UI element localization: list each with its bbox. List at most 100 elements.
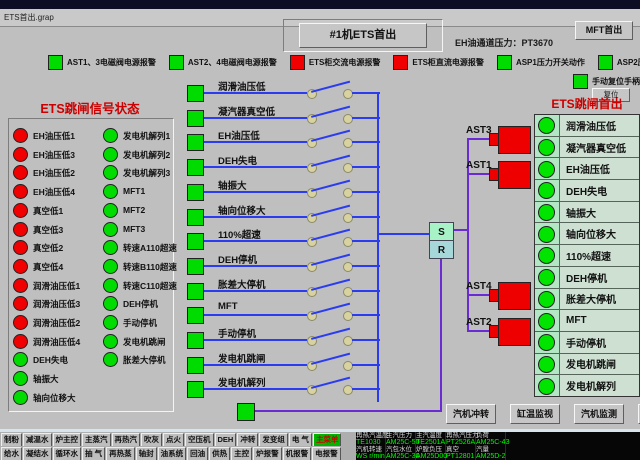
status-lamp-icon (538, 161, 555, 178)
taskbar-button[interactable]: 再热蒸 (106, 447, 135, 460)
reset-signal-square-icon (237, 403, 255, 421)
status-lamp-icon (13, 203, 28, 218)
signal-square-icon (187, 184, 204, 201)
status-lamp-icon (13, 352, 28, 367)
ets-hmi-screen: ETS首出.grap #1机ETS首出 MFT首出 EH油通道压力：PT3670… (0, 0, 640, 460)
taskbar-button[interactable]: 制粉 (1, 433, 22, 447)
contact-icon (343, 336, 353, 346)
first-out-lamp-cell (535, 137, 560, 158)
taskbar-button[interactable]: 循环水 (53, 447, 82, 460)
taskbar-button[interactable]: 吹灰 (141, 433, 162, 447)
data-cell: 负荷 AM25C-43 (476, 432, 506, 446)
data-cell: 汽机转速 WS r/min (356, 446, 386, 460)
sr-reset-cell: R (429, 240, 454, 259)
taskbar-button[interactable]: 主菜单 (313, 433, 342, 447)
trip-logic-label: 凝汽器真空低 (218, 104, 275, 118)
trip-logic-row: 发电机解列 (185, 377, 380, 401)
wire-segment (352, 240, 380, 242)
first-out-panel-title: ETS跳闸首出 (534, 95, 640, 112)
taskbar-button[interactable]: 空压机 (185, 433, 214, 447)
taskbar-button[interactable]: 抽 气 (82, 447, 105, 460)
first-out-row: EH油压低 (535, 158, 639, 180)
trip-logic-label: 轴向位移大 (218, 203, 266, 217)
first-out-table: 润滑油压低 凝汽器真空低 EH油压低 DEH失电 (534, 114, 640, 397)
taskbar-button[interactable]: 主控 (231, 447, 252, 460)
status-lamp-icon (538, 269, 555, 286)
data-cell-value: TE2501A (416, 439, 445, 446)
trip-logic-row: MFT (185, 303, 380, 327)
signal-square-icon (187, 110, 204, 127)
contact-icon (343, 114, 353, 124)
signal-square-icon (187, 332, 204, 349)
first-out-label: 胀差大停机 (560, 289, 639, 310)
taskbar-button[interactable]: 供热 (209, 447, 230, 460)
trip-signal-item: 真空低3 (13, 221, 101, 239)
wire-segment (204, 265, 307, 267)
taskbar-button[interactable]: 冲转 (237, 433, 258, 447)
trip-signal-item: EH油压低2 (13, 164, 101, 182)
wire-segment (352, 314, 380, 316)
taskbar-button[interactable]: 再热汽 (112, 433, 141, 447)
taskbar-button[interactable]: 回油 (187, 447, 208, 460)
taskbar-button[interactable]: 机报警 (283, 447, 312, 460)
status-lamp-icon (103, 222, 118, 237)
taskbar-button[interactable]: 减温水 (23, 433, 52, 447)
first-out-label: 凝汽器真空低 (560, 137, 639, 158)
data-cell-label: 再热汽温度 (356, 432, 385, 439)
taskbar-button[interactable]: 凝结水 (23, 447, 52, 460)
taskbar-button[interactable]: 给水 (1, 447, 22, 460)
wire-segment (352, 216, 380, 218)
first-out-row: 润滑油压低 (535, 115, 639, 137)
trip-logic-label: EH油压低 (218, 128, 260, 142)
taskbar-button[interactable]: DEH (215, 433, 237, 447)
first-out-label: 轴向位移大 (560, 223, 639, 244)
taskbar-button[interactable]: 电 气 (289, 433, 312, 447)
legend-item: ASP1压力开关动作 (497, 54, 585, 70)
taskbar-button[interactable]: 炉报警 (253, 447, 282, 460)
wire-bus (377, 92, 379, 402)
status-lamp-icon (598, 55, 613, 70)
trip-signal-item: 发电机解列1 (103, 127, 173, 145)
taskbar-button[interactable]: 发变组 (259, 433, 288, 447)
trip-logic-label: DEH停机 (218, 252, 257, 266)
taskbar-button[interactable]: 点火 (163, 433, 184, 447)
first-out-lamp-cell (535, 267, 560, 288)
taskbar-button[interactable]: 油系统 (158, 447, 187, 460)
status-lamp-icon (538, 291, 555, 308)
status-lamp-icon (103, 315, 118, 330)
data-cell: 再热汽温度 TE1030 (356, 432, 386, 446)
trip-logic-label: 轴振大 (218, 178, 247, 192)
status-lamp-icon (13, 165, 28, 180)
first-out-label: EH油压低 (560, 158, 639, 179)
status-lamp-icon (538, 378, 555, 395)
data-cells-1: 再热汽温度 TE1030 主汽压力 AM25C-50 主汽温度 TE2501A … (356, 432, 640, 446)
trip-signal-item: MFT1 (103, 183, 173, 201)
status-lamp-icon (103, 147, 118, 162)
status-lamp-icon (13, 371, 28, 386)
mft-first-out-button[interactable]: MFT首出 (575, 21, 633, 40)
nav-button[interactable]: 汽机冲转 (446, 404, 496, 424)
first-out-lamp-cell (535, 310, 560, 331)
nav-button[interactable]: 缸温监视 (510, 404, 560, 424)
trip-logic-label: 110%超速 (218, 227, 261, 241)
trip-signal-item: 真空低2 (13, 239, 101, 257)
taskbar-button[interactable]: 轴封 (136, 447, 157, 460)
data-cell: 主汽温度 TE2501A (416, 432, 446, 446)
taskbar-button[interactable]: 电报警 (312, 447, 341, 460)
data-cell-value: PT2526A (446, 439, 475, 446)
legend-label: ETS柜直流电源报警 (412, 57, 484, 68)
taskbar-button[interactable]: 主蒸汽 (82, 433, 111, 447)
taskbar-button[interactable]: 炉主控 (53, 433, 82, 447)
trip-signal-label: 轴向位移大 (33, 392, 76, 404)
data-cell-label: 汽量 (476, 446, 505, 453)
trip-signal-label: 发电机解列3 (123, 167, 170, 179)
status-lamp-icon (103, 203, 118, 218)
status-lamp-icon (13, 315, 28, 330)
first-out-row: DEH失电 (535, 180, 639, 202)
legend-item: ASP2压力开关动作 (598, 54, 640, 70)
data-cell-label: 主汽温度 (416, 432, 445, 439)
nav-button[interactable]: 汽机监测 (574, 404, 624, 424)
legend-label: ASP2压力开关动作 (617, 57, 640, 68)
trip-signal-item: 手动停机 (103, 314, 173, 332)
status-lamp-icon (538, 334, 555, 351)
